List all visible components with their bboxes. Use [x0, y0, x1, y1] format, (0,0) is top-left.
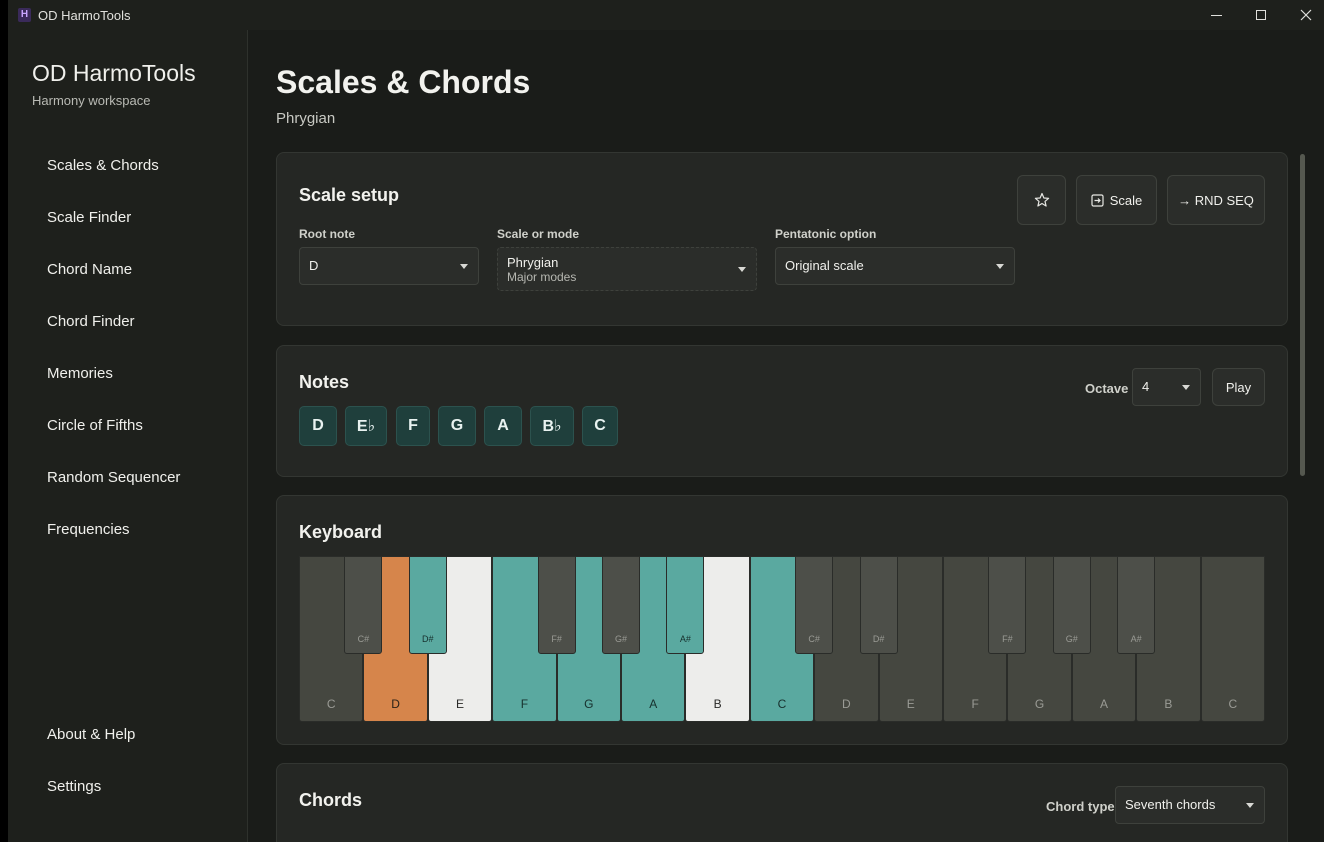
rnd-seq-button-label: → RND SEQ	[1178, 192, 1254, 208]
scale-setup-card: Scale setup Root note D Scale or mode Ph…	[276, 152, 1288, 326]
close-button[interactable]	[1283, 0, 1324, 30]
black-key[interactable]: F#	[988, 556, 1027, 654]
play-button[interactable]: Play	[1212, 368, 1265, 406]
scale-button[interactable]: Scale	[1076, 175, 1157, 225]
scale-mode-value: Phrygian	[507, 255, 559, 270]
title-bar: H OD HarmoTools	[8, 0, 1324, 30]
black-key[interactable]: C#	[344, 556, 383, 654]
rnd-seq-button[interactable]: → RND SEQ	[1167, 175, 1265, 225]
vertical-scrollbar[interactable]	[1300, 154, 1305, 476]
scale-setup-title: Scale setup	[299, 185, 400, 205]
window-title: OD HarmoTools	[38, 8, 131, 23]
note-chip[interactable]: B♭	[530, 406, 574, 446]
chord-type-select[interactable]: Seventh chords	[1115, 786, 1265, 824]
close-icon	[1300, 9, 1312, 21]
black-key[interactable]: C#	[795, 556, 834, 654]
notes-card: Notes D E♭ F G A B♭ C Octave 4 Play	[276, 345, 1288, 477]
piano-keyboard[interactable]: C D E F G A B C D E F G A B C C# D# F# G# A# C# D# F# G# A#	[299, 556, 1265, 722]
chevron-down-icon	[1246, 803, 1254, 808]
octave-select[interactable]: 4	[1132, 368, 1201, 406]
sidebar: OD HarmoTools Harmony workspace Scales &…	[8, 30, 248, 842]
chord-type-value: Seventh chords	[1125, 797, 1216, 812]
root-note-value: D	[309, 258, 319, 273]
export-icon	[1091, 193, 1104, 207]
star-icon	[1034, 192, 1049, 207]
note-chip[interactable]: A	[484, 406, 522, 446]
sidebar-subtitle: Harmony workspace	[32, 93, 151, 108]
sidebar-item-circle-of-fifths[interactable]: Circle of Fifths	[47, 414, 237, 438]
app-logo-icon: H	[18, 8, 31, 22]
sidebar-item-random-sequencer[interactable]: Random Sequencer	[47, 466, 237, 490]
note-chip[interactable]: E♭	[345, 406, 387, 446]
minimize-button[interactable]	[1193, 0, 1239, 30]
chords-title: Chords	[299, 790, 362, 810]
octave-value: 4	[1142, 379, 1150, 394]
note-chip[interactable]: D	[299, 406, 337, 446]
main-content: Scales & Chords Phrygian Scale setup Roo…	[248, 30, 1324, 842]
maximize-button[interactable]	[1238, 0, 1284, 30]
app-window: H OD HarmoTools OD HarmoTools Harmony wo…	[8, 0, 1324, 842]
sidebar-item-frequencies[interactable]: Frequencies	[47, 518, 237, 542]
play-button-label: Play	[1225, 379, 1252, 395]
sidebar-item-scales-chords[interactable]: Scales & Chords	[47, 154, 237, 178]
black-key[interactable]: G#	[1052, 556, 1091, 654]
note-chip[interactable]: G	[438, 406, 476, 446]
chevron-down-icon	[460, 264, 468, 269]
chords-card: Chords Chord type Seventh chords	[276, 763, 1288, 842]
white-key[interactable]: C	[1200, 556, 1265, 722]
chord-type-label: Chord type	[1046, 799, 1115, 814]
root-note-select[interactable]: D	[299, 247, 479, 285]
sidebar-item-about-help[interactable]: About & Help	[47, 723, 237, 747]
chevron-down-icon	[996, 264, 1004, 269]
sidebar-item-scale-finder[interactable]: Scale Finder	[47, 206, 237, 230]
page-title: Scales & Chords	[276, 64, 531, 100]
pentatonic-value: Original scale	[785, 258, 864, 273]
scale-button-label: Scale	[1109, 192, 1143, 208]
black-key[interactable]: F#	[537, 556, 576, 654]
page-subtitle: Phrygian	[276, 110, 336, 127]
chevron-down-icon	[1182, 385, 1190, 390]
black-key[interactable]: D#	[408, 556, 447, 654]
pentatonic-select[interactable]: Original scale	[775, 247, 1015, 285]
notes-title: Notes	[299, 372, 350, 392]
scale-mode-select[interactable]: Phrygian Major modes	[497, 247, 757, 291]
root-note-label: Root note	[299, 227, 355, 241]
sidebar-item-chord-name[interactable]: Chord Name	[47, 258, 237, 282]
black-key[interactable]: G#	[602, 556, 640, 654]
sidebar-item-chord-finder[interactable]: Chord Finder	[47, 310, 237, 334]
black-key[interactable]: D#	[859, 556, 898, 654]
note-chip[interactable]: F	[396, 406, 430, 446]
sidebar-app-name: OD HarmoTools	[32, 60, 196, 86]
black-key[interactable]: A#	[1117, 556, 1156, 654]
scale-mode-label: Scale or mode	[497, 227, 580, 241]
minimize-icon	[1210, 14, 1222, 16]
chevron-down-icon	[738, 267, 746, 272]
pentatonic-label: Pentatonic option	[775, 227, 877, 241]
note-chip[interactable]: C	[582, 406, 618, 446]
maximize-icon	[1256, 10, 1266, 20]
scale-mode-group: Major modes	[507, 270, 577, 284]
sidebar-item-settings[interactable]: Settings	[47, 775, 237, 799]
favorite-button[interactable]	[1017, 175, 1066, 225]
octave-label: Octave	[1085, 381, 1129, 396]
black-key[interactable]: A#	[666, 556, 705, 654]
keyboard-title: Keyboard	[299, 522, 383, 542]
sidebar-item-memories[interactable]: Memories	[47, 362, 237, 386]
keyboard-card: Keyboard C D E F G A B C D E F G A B C C# D# F# G# A# C# D# F#…	[276, 495, 1288, 745]
